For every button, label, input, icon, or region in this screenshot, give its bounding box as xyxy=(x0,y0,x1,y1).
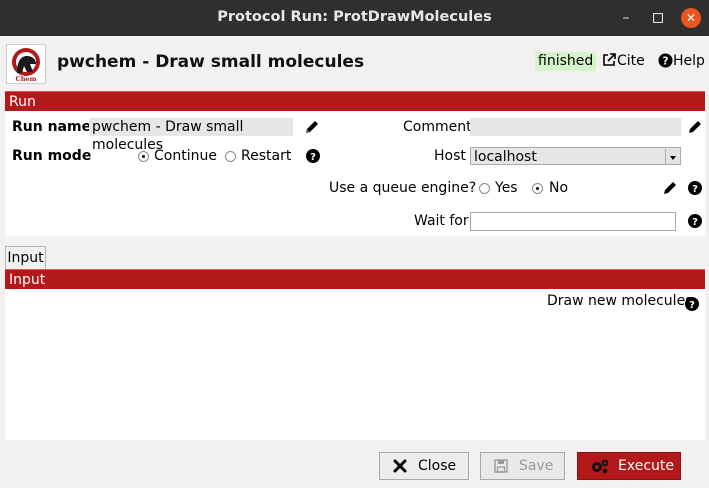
minimize-button[interactable]: – xyxy=(616,8,636,28)
run-name-label: Run name xyxy=(12,119,92,135)
svg-text:?: ? xyxy=(663,55,669,67)
run-name-field[interactable]: pwchem - Draw small molecules xyxy=(89,118,293,153)
svg-text:?: ? xyxy=(692,184,698,195)
queue-help-icon[interactable]: ? xyxy=(687,180,703,196)
cite-label: Cite xyxy=(617,53,645,69)
close-button[interactable]: Close xyxy=(379,452,469,480)
help-label: Help xyxy=(673,53,705,69)
execute-button[interactable]: Execute xyxy=(577,452,681,480)
logo-icon: Chem xyxy=(12,48,40,83)
run-panel: Run name pwchem - Draw small molecules C… xyxy=(5,111,705,236)
run-mode-restart-label[interactable]: Restart xyxy=(241,148,291,164)
queue-no-label[interactable]: No xyxy=(549,180,568,196)
queue-no-radio[interactable] xyxy=(532,183,543,194)
save-button[interactable]: Save xyxy=(480,452,565,480)
draw-molecules-label: Draw new molecules xyxy=(547,293,693,309)
external-link-icon xyxy=(603,53,616,66)
pwchem-logo: Chem xyxy=(6,44,46,84)
save-icon xyxy=(494,459,508,473)
wait-for-label: Wait for xyxy=(414,213,469,229)
wait-for-help-icon[interactable]: ? xyxy=(687,213,703,229)
page-title: pwchem - Draw small molecules xyxy=(57,52,365,72)
run-mode-label: Run mode xyxy=(12,148,92,164)
protocol-window: Chem pwchem - Draw small molecules finis… xyxy=(0,36,709,488)
draw-help-icon[interactable]: ? xyxy=(684,296,700,312)
input-section-bar: Input xyxy=(5,269,705,289)
queue-pencil-icon[interactable] xyxy=(662,180,678,196)
window-close-button[interactable]: ✕ xyxy=(681,8,701,28)
svg-text:?: ? xyxy=(689,300,695,311)
tab-input[interactable]: Input xyxy=(5,246,46,270)
maximize-icon xyxy=(652,12,664,24)
wait-for-input[interactable] xyxy=(470,212,676,231)
close-label: Close xyxy=(418,458,457,474)
run-mode-continue-label[interactable]: Continue xyxy=(154,148,217,164)
logo-text: Chem xyxy=(16,75,37,83)
svg-text:?: ? xyxy=(310,152,316,163)
header: Chem pwchem - Draw small molecules finis… xyxy=(0,36,709,90)
run-section-bar: Run xyxy=(5,91,705,111)
svg-text:?: ? xyxy=(692,217,698,228)
pencil-icon[interactable] xyxy=(304,119,320,135)
cite-link[interactable]: Cite xyxy=(601,52,645,71)
queue-yes-radio[interactable] xyxy=(479,183,490,194)
help-link[interactable]: ? Help xyxy=(658,52,705,71)
run-mode-continue-radio[interactable] xyxy=(138,151,149,162)
window-titlebar: Protocol Run: ProtDrawMolecules – ✕ xyxy=(0,0,709,36)
window-title: Protocol Run: ProtDrawMolecules xyxy=(217,9,492,25)
comment-field[interactable] xyxy=(470,118,681,136)
question-icon: ? xyxy=(658,53,673,68)
run-mode-help-icon[interactable]: ? xyxy=(305,148,321,164)
host-select[interactable]: localhost xyxy=(470,147,681,165)
queue-label: Use a queue engine? xyxy=(329,180,477,196)
chevron-down-icon xyxy=(665,149,679,164)
maximize-button[interactable] xyxy=(648,8,668,28)
comment-label: Comment xyxy=(403,119,472,135)
save-label: Save xyxy=(519,458,554,474)
input-panel: Input Draw new molecules ? xyxy=(5,269,705,440)
queue-yes-label[interactable]: Yes xyxy=(495,180,518,196)
close-icon xyxy=(393,459,407,473)
execute-label: Execute xyxy=(618,458,674,474)
host-label: Host xyxy=(434,148,466,164)
gears-icon xyxy=(592,459,609,474)
comment-pencil-icon[interactable] xyxy=(687,119,703,135)
status-badge: finished xyxy=(535,52,597,71)
host-value: localhost xyxy=(474,149,537,165)
run-mode-restart-radio[interactable] xyxy=(225,151,236,162)
